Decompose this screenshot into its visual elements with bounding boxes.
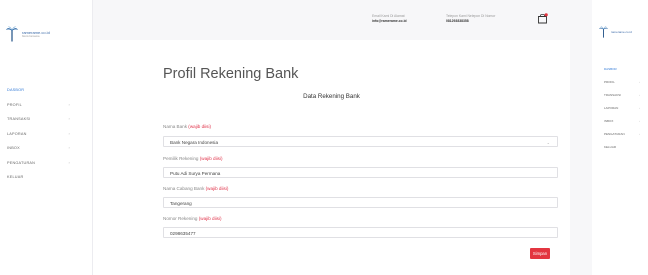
phone-value[interactable]: 081293838358 bbox=[446, 19, 495, 24]
required-marker: (wajib diisi) bbox=[199, 156, 223, 161]
brand-tagline: bisnis bersama bbox=[22, 35, 40, 38]
branch-label-text: Nama Cabang Bank bbox=[163, 186, 205, 191]
section-title: Data Rekening Bank bbox=[303, 93, 360, 100]
sidebar: ramerame.co.id bisnis bersama DASBOR PRO… bbox=[0, 0, 93, 275]
branch-label: Nama Cabang Bank (wajib diisi) bbox=[163, 186, 228, 191]
chevron-down-icon: ⌄ bbox=[546, 140, 550, 145]
sidebar-item-label: DASBOR bbox=[7, 88, 25, 92]
palm-tree-icon bbox=[6, 26, 18, 42]
sidebar-item-label: INBOX bbox=[7, 146, 20, 150]
preview-item-label: PROFIL bbox=[604, 80, 615, 84]
account-number-label-text: Nomor Rekening bbox=[163, 216, 198, 221]
sidebar-item-keluar[interactable]: KELUAR bbox=[0, 170, 92, 185]
save-button[interactable]: Simpan bbox=[530, 248, 550, 259]
account-number-value: 0298635477 bbox=[170, 231, 196, 236]
chevron-right-icon: › bbox=[639, 106, 640, 110]
preview-item-label: TRANSAKSI bbox=[604, 93, 622, 97]
preview-item-label: INBOX bbox=[604, 119, 614, 123]
preview-item-label: DASBOR bbox=[604, 67, 617, 71]
preview-item-label: PENGATURAN bbox=[604, 132, 625, 136]
bank-name-label: Nama Bank (wajib diisi) bbox=[163, 124, 211, 129]
email-label: Email Kami Di Alamat bbox=[372, 14, 405, 18]
account-number-label: Nomor Rekening (wajib diisi) bbox=[163, 216, 221, 221]
brand-logo[interactable]: ramerame.co.id bbox=[599, 26, 632, 38]
bank-name-value: Bank Negara Indonesia bbox=[170, 140, 219, 145]
chevron-right-icon: › bbox=[68, 130, 70, 136]
sidebar-item-laporan[interactable]: LAPORAN › bbox=[0, 127, 92, 142]
cart-badge bbox=[544, 13, 548, 17]
preview-item-inbox[interactable]: INBOX › bbox=[592, 115, 648, 128]
shopping-bag-icon[interactable] bbox=[537, 13, 548, 24]
preview-item-laporan[interactable]: LAPORAN › bbox=[592, 102, 648, 115]
preview-item-pengaturan[interactable]: PENGATURAN › bbox=[592, 128, 648, 141]
preview-item-keluar[interactable]: KELUAR bbox=[592, 141, 648, 154]
sidebar-item-label: PENGATURAN bbox=[7, 160, 36, 165]
owner-label-text: Pemilik Rekening bbox=[163, 156, 199, 161]
mobile-preview-panel: ramerame.co.id DASBOR PROFIL › TRANSAKSI ›… bbox=[592, 0, 648, 275]
owner-label: Pemilik Rekening (wajib diisi) bbox=[163, 156, 223, 161]
branch-value: Tangerang bbox=[170, 201, 192, 206]
chevron-right-icon: › bbox=[68, 116, 70, 121]
chevron-right-icon: › bbox=[68, 159, 70, 165]
page-title: Profil Rekening Bank bbox=[163, 66, 299, 82]
brand-name: ramerame.co.id bbox=[611, 29, 632, 34]
sidebar-item-label: LAPORAN bbox=[7, 131, 27, 136]
required-marker: (wajib diisi) bbox=[198, 216, 222, 221]
bank-name-label-text: Nama Bank bbox=[163, 124, 188, 129]
email-value[interactable]: info@ramerame.co.id bbox=[372, 19, 407, 24]
required-marker: (wajib diisi) bbox=[188, 124, 212, 129]
preview-item-profil[interactable]: PROFIL › bbox=[592, 76, 648, 89]
chevron-right-icon: › bbox=[639, 93, 640, 97]
preview-item-label: LAPORAN bbox=[604, 106, 619, 110]
chevron-right-icon: › bbox=[639, 132, 640, 136]
sidebar-item-label: KELUAR bbox=[7, 175, 24, 179]
preview-item-transaksi[interactable]: TRANSAKSI › bbox=[592, 89, 648, 102]
sidebar-nav: DASBOR PROFIL › TRANSAKSI › LAPORAN › INBOX… bbox=[0, 83, 92, 185]
branch-input[interactable]: Tangerang bbox=[163, 197, 558, 208]
owner-input[interactable]: Putu Adi Surya Permana bbox=[163, 167, 558, 178]
sidebar-item-label: TRANSAKSI bbox=[7, 117, 31, 121]
preview-item-label: KELUAR bbox=[604, 145, 617, 149]
sidebar-item-label: PROFIL bbox=[7, 102, 22, 107]
sidebar-item-transaksi[interactable]: TRANSAKSI › bbox=[0, 112, 92, 127]
required-marker: (wajib diisi) bbox=[205, 186, 229, 191]
chevron-right-icon: › bbox=[68, 101, 70, 107]
preview-nav: DASBOR PROFIL › TRANSAKSI › LAPORAN › INBOX… bbox=[592, 63, 648, 154]
palm-tree-icon bbox=[599, 26, 608, 38]
bank-name-select[interactable]: Bank Negara Indonesia ⌄ bbox=[163, 136, 558, 147]
brand-logo[interactable]: ramerame.co.id bisnis bersama bbox=[6, 26, 50, 42]
chevron-right-icon: › bbox=[639, 119, 640, 123]
phone-label: Telepon Kami Nelepon Di Nomor bbox=[446, 14, 496, 18]
chevron-right-icon: › bbox=[68, 145, 70, 150]
owner-value: Putu Adi Surya Permana bbox=[170, 171, 221, 176]
sidebar-item-profil[interactable]: PROFIL › bbox=[0, 98, 92, 113]
sidebar-item-inbox[interactable]: INBOX › bbox=[0, 141, 92, 156]
sidebar-item-pengaturan[interactable]: PENGATURAN › bbox=[0, 156, 92, 171]
chevron-right-icon: › bbox=[639, 80, 640, 84]
account-number-input[interactable]: 0298635477 bbox=[163, 227, 558, 238]
phone-contact: Telepon Kami Nelepon Di Nomor 0812938383… bbox=[446, 14, 495, 23]
email-contact: Email Kami Di Alamat info@ramerame.co.id bbox=[372, 14, 407, 23]
main-content: Profil Rekening Bank Data Rekening Bank … bbox=[93, 40, 570, 275]
sidebar-item-dasbor[interactable]: DASBOR bbox=[0, 83, 92, 98]
preview-item-dasbor[interactable]: DASBOR bbox=[592, 63, 648, 76]
